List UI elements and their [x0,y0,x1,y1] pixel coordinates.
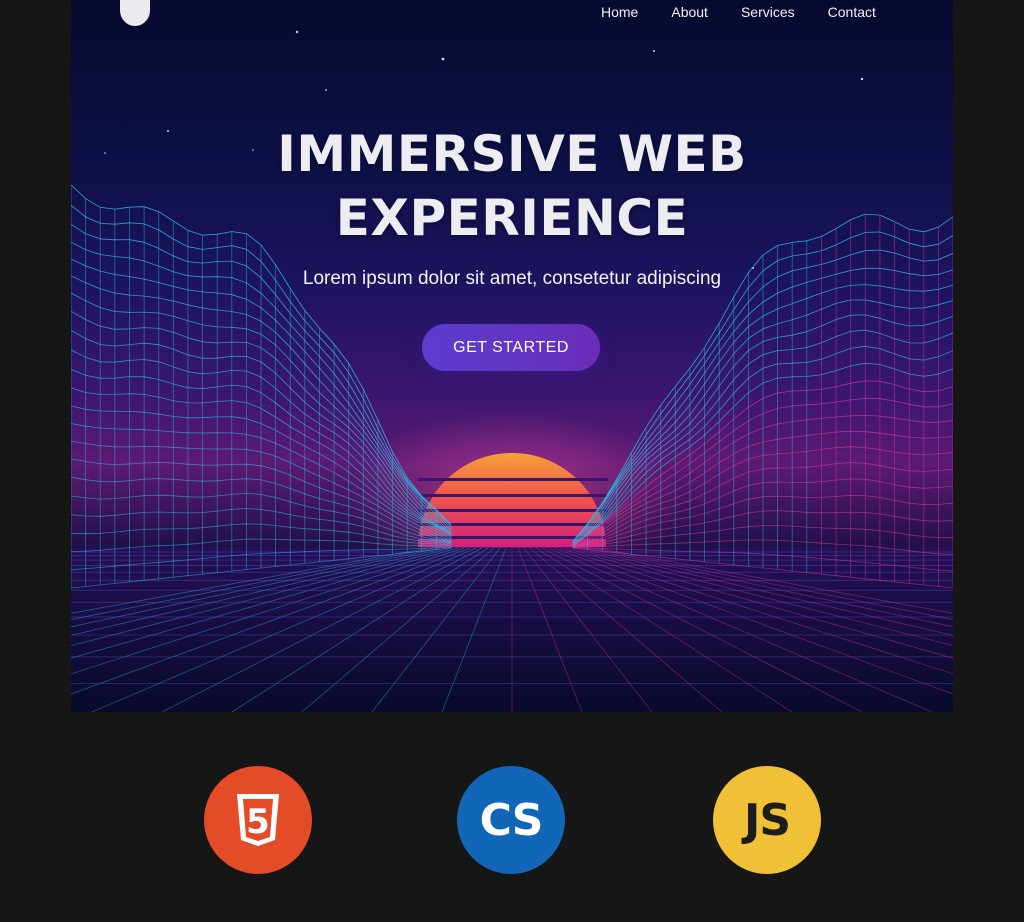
nav-services-link[interactable]: Services [741,3,795,21]
css-icon: CS [479,794,544,846]
js-badge: JS [713,766,821,874]
css-badge: CS [457,766,565,874]
headline-line-1: IMMERSIVE WEB [277,125,747,183]
top-nav: Home About Services Contact [601,3,876,21]
headline-line-2: EXPERIENCE [335,189,689,247]
nav-about-link[interactable]: About [671,3,708,21]
html5-icon: 5 [237,794,279,846]
html5-badge: 5 [204,766,312,874]
nav-home-link[interactable]: Home [601,3,638,21]
html5-label: 5 [246,802,270,842]
hero-subtitle: Lorem ipsum dolor sit amet, consetetur a… [302,268,722,289]
hero-section: Home About Services Contact IMMERSIVE WE… [71,0,953,712]
hero-headline: IMMERSIVE WEB EXPERIENCE [71,122,953,250]
nav-contact-link[interactable]: Contact [828,3,876,21]
js-icon: JS [743,794,791,846]
get-started-button[interactable]: GET STARTED [422,324,600,371]
